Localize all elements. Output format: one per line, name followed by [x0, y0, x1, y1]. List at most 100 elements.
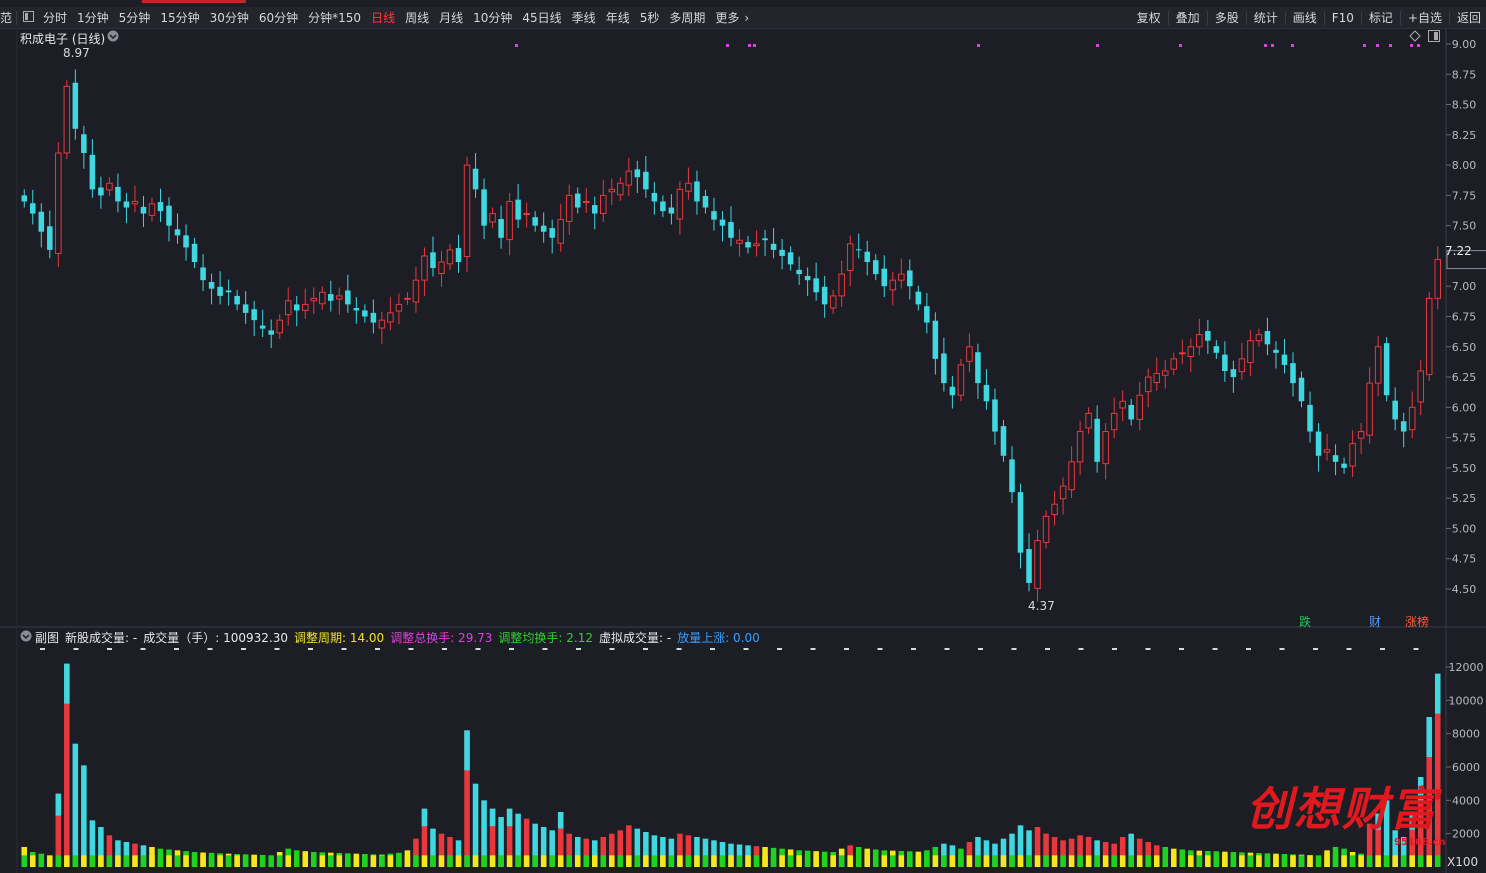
- candle-body: [319, 291, 326, 305]
- period-toolbar: 范 分时 1分钟 5分钟 15分钟 30分钟 60分钟 分钟*150 日线 周线 月线 10分钟 45…: [0, 7, 1486, 29]
- volume-bar-base: [1222, 855, 1228, 867]
- divider: [1245, 10, 1247, 25]
- period-tab-16[interactable]: 更多: [710, 9, 744, 26]
- volume-bar-cap: [464, 730, 470, 771]
- candle-body: [864, 251, 871, 262]
- subchart-label[interactable]: 副图: [35, 629, 59, 646]
- volume-bar-base: [174, 855, 181, 867]
- candle-body: [234, 295, 240, 305]
- volume-bar-base: [1341, 855, 1347, 867]
- dash-marker: [1279, 648, 1285, 650]
- dash-marker: [1246, 648, 1251, 650]
- candle-body: [983, 384, 990, 402]
- dash-marker: [810, 648, 816, 650]
- tool-button-4[interactable]: 画线: [1288, 9, 1322, 26]
- volume-bar-base: [1239, 855, 1245, 867]
- dash-marker: [777, 648, 782, 650]
- candle-body: [1417, 370, 1424, 403]
- candle-body: [421, 255, 428, 281]
- grid-lines: [0, 29, 1486, 873]
- candle-body: [1085, 412, 1092, 429]
- candle-body: [889, 279, 897, 291]
- candle-body: [694, 181, 700, 202]
- volume-bar-base: [1188, 855, 1194, 867]
- volume-bar-base: [1400, 855, 1407, 867]
- candle-body: [711, 211, 717, 220]
- volume-bar-cap: [1426, 717, 1432, 757]
- event-tag-fall[interactable]: 跌: [1299, 613, 1311, 630]
- tool-button-8[interactable]: 返回: [1452, 9, 1486, 26]
- chevron-right-icon[interactable]: ›: [744, 11, 749, 25]
- volume-bar-base: [523, 855, 530, 867]
- period-tab-14[interactable]: 5秒: [635, 9, 665, 26]
- tool-button-0[interactable]: 复权: [1132, 9, 1166, 26]
- candle-body: [753, 243, 760, 247]
- candle-body: [310, 297, 318, 302]
- period-tab-3[interactable]: 15分钟: [155, 9, 204, 26]
- subchart-legend: 副图 新股成交量: - 成交量（手）: 100932.30 调整周期: 14.0…: [35, 629, 760, 646]
- volume-bar-base: [779, 855, 785, 867]
- candle-body: [1247, 340, 1254, 364]
- volume-bar-base: [1034, 855, 1041, 867]
- candle-body: [1425, 297, 1433, 376]
- period-tab-9[interactable]: 月线: [434, 9, 468, 26]
- volume-bar-base: [983, 855, 990, 867]
- period-tab-7[interactable]: 日线: [366, 9, 400, 26]
- candle-body: [362, 310, 368, 317]
- volume-bar-base: [447, 855, 453, 867]
- period-tab-4[interactable]: 30分钟: [205, 9, 254, 26]
- volume-bar-base: [353, 855, 360, 867]
- subchart-toggle-icon[interactable]: [20, 630, 32, 645]
- event-tag-finance[interactable]: 财: [1369, 613, 1381, 630]
- tool-list: 复权 叠加 多股 统计 画线 F10 标记 +自选 返回: [1132, 7, 1486, 28]
- volume-bar-base: [915, 855, 922, 867]
- volume-bar-base: [677, 855, 683, 867]
- tool-button-6[interactable]: 标记: [1364, 9, 1398, 26]
- candle-body: [975, 352, 981, 384]
- period-tab-8[interactable]: 周线: [400, 9, 434, 26]
- candle-body: [259, 325, 266, 329]
- tool-button-7[interactable]: +自选: [1403, 9, 1447, 26]
- tool-button-3[interactable]: 统计: [1249, 9, 1283, 26]
- period-tab-0[interactable]: 分时: [38, 9, 72, 26]
- volume-bar-base: [225, 855, 232, 867]
- event-tag-rise-list[interactable]: 涨榜: [1405, 613, 1429, 630]
- period-tab-6[interactable]: 分钟*150: [303, 9, 366, 26]
- tool-button-5[interactable]: F10: [1327, 11, 1359, 25]
- candle-body: [336, 295, 343, 300]
- volume-bar-base: [208, 855, 215, 867]
- diamond-icon[interactable]: [1409, 30, 1421, 45]
- chevron-down-icon[interactable]: [107, 30, 119, 45]
- period-tab-12[interactable]: 季线: [567, 9, 601, 26]
- volume-bar-base: [310, 855, 317, 867]
- dash-marker: [207, 648, 213, 650]
- period-tab-1[interactable]: 1分钟: [72, 9, 114, 26]
- dash-marker: [676, 648, 682, 650]
- dash-marker: [73, 648, 79, 650]
- volume-bar-base: [898, 855, 905, 867]
- candle-body: [166, 205, 172, 226]
- volume-bar-base: [1213, 855, 1220, 867]
- signal-marker: [753, 44, 756, 47]
- window-icon[interactable]: [1428, 30, 1440, 45]
- period-tab-13[interactable]: 年线: [601, 9, 635, 26]
- divider: [16, 10, 18, 25]
- period-list: 范 分时 1分钟 5分钟 15分钟 30分钟 60分钟 分钟*150 日线 周线 月线 10分钟 45…: [0, 9, 749, 26]
- candle-body: [821, 286, 828, 305]
- collapse-icon[interactable]: [19, 10, 38, 25]
- volume-bar-base: [396, 855, 402, 867]
- candle-body: [276, 319, 283, 334]
- candle-body: [481, 189, 487, 226]
- tool-button-1[interactable]: 叠加: [1171, 9, 1205, 26]
- tool-button-2[interactable]: 多股: [1210, 9, 1244, 26]
- period-tab-11[interactable]: 45日线: [517, 9, 566, 26]
- period-tab-15[interactable]: 多周期: [664, 9, 710, 26]
- candle-body: [1374, 346, 1382, 384]
- period-tab-2[interactable]: 5分钟: [114, 9, 156, 26]
- volume-bar-base: [1145, 855, 1152, 867]
- price-tick-label: 5.50: [1452, 462, 1477, 475]
- period-tab-10[interactable]: 10分钟: [468, 9, 517, 26]
- period-tab-5[interactable]: 60分钟: [254, 9, 303, 26]
- volume-bar-base: [643, 855, 649, 867]
- price-tick-label: 6.00: [1452, 401, 1477, 414]
